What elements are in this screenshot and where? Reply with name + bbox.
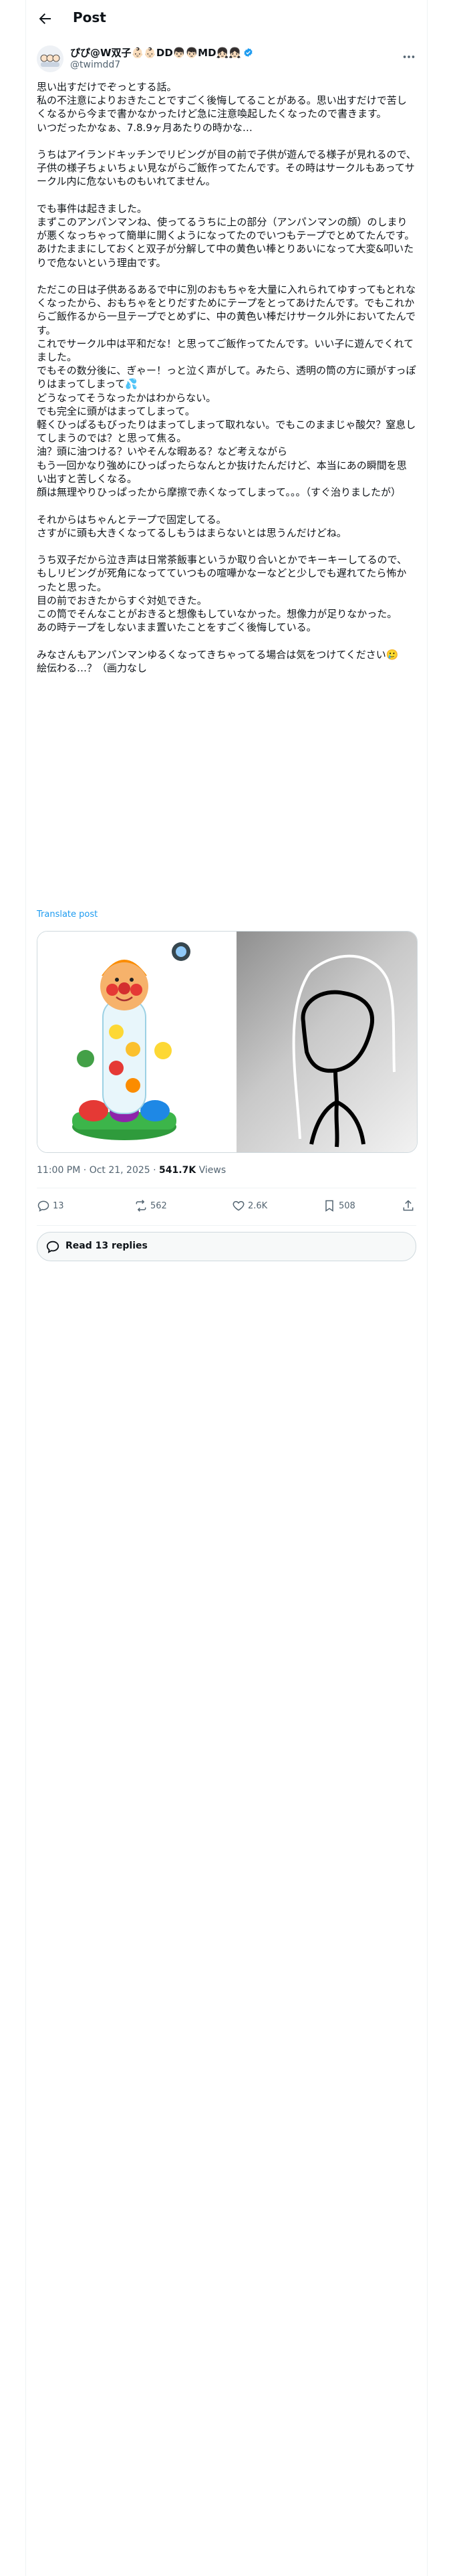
views-count: 541.7K [159, 1165, 196, 1176]
heart-icon [233, 1200, 245, 1211]
stick-figure-illustration [292, 954, 396, 1148]
repost-icon [136, 1200, 146, 1212]
share-button[interactable] [402, 1199, 415, 1215]
timeline-column: Post ぴぴ@W双子👶🏻👶🏻DD👦🏻👦🏻MD👧🏻👧🏻 @twimdd7 思い出… [25, 0, 428, 2576]
post-meta: 11:00 PM · Oct 21, 2025 · 541.7K Views [37, 1165, 226, 1176]
speech-bubble-icon [46, 1241, 59, 1253]
author-handle[interactable]: @twimdd7 [70, 60, 120, 70]
bookmark-icon [325, 1200, 333, 1212]
reply-button[interactable]: 13 [37, 1199, 64, 1215]
avatar-image [37, 45, 63, 72]
reply-icon [37, 1200, 49, 1212]
repost-button[interactable]: 562 [134, 1199, 167, 1215]
divider [37, 1225, 416, 1226]
tweet-text: 思い出すだけでぞっとする話。 私の不注意によりおきたことですごく後悔してることが… [37, 81, 416, 674]
bookmark-count: 508 [339, 1200, 355, 1211]
verified-badge-icon [244, 47, 253, 58]
read-replies-button[interactable]: Read 13 replies [37, 1232, 416, 1261]
anpanman-toy-photo[interactable] [37, 932, 235, 1152]
reply-count: 13 [53, 1200, 64, 1211]
author-name-text: ぴぴ@W双子👶🏻👶🏻DD👦🏻👦🏻MD👧🏻👧🏻 [70, 47, 241, 59]
page-title: Post [73, 9, 106, 25]
media-grid [37, 931, 418, 1153]
author-name[interactable]: ぴぴ@W双子👶🏻👶🏻DD👦🏻👦🏻MD👧🏻👧🏻 [70, 45, 253, 60]
top-bar: Post [26, 0, 427, 37]
arrow-left-icon[interactable] [37, 11, 53, 27]
like-button[interactable]: 2.6K [232, 1199, 267, 1215]
action-bar: 13 562 2.6K 508 [37, 1195, 416, 1219]
views-label: Views [198, 1165, 227, 1176]
meta-separator: · [83, 1165, 87, 1176]
meta-separator: · [153, 1165, 156, 1176]
stick-figure-drawing[interactable] [237, 932, 417, 1152]
avatar[interactable] [37, 45, 63, 72]
share-icon [403, 1200, 414, 1211]
more-horizontal-icon[interactable] [402, 49, 416, 64]
author-row: ぴぴ@W双子👶🏻👶🏻DD👦🏻👦🏻MD👧🏻👧🏻 @twimdd7 [37, 43, 416, 75]
anpanman-toy-illustration [37, 932, 235, 1152]
post-date[interactable]: Oct 21, 2025 [90, 1165, 150, 1176]
like-count: 2.6K [248, 1200, 268, 1211]
translate-post-link[interactable]: Translate post [37, 909, 98, 920]
read-replies-label: Read 13 replies [65, 1241, 148, 1251]
repost-count: 562 [150, 1200, 167, 1211]
post-time[interactable]: 11:00 PM [37, 1165, 80, 1176]
bookmark-button[interactable]: 508 [323, 1199, 355, 1215]
